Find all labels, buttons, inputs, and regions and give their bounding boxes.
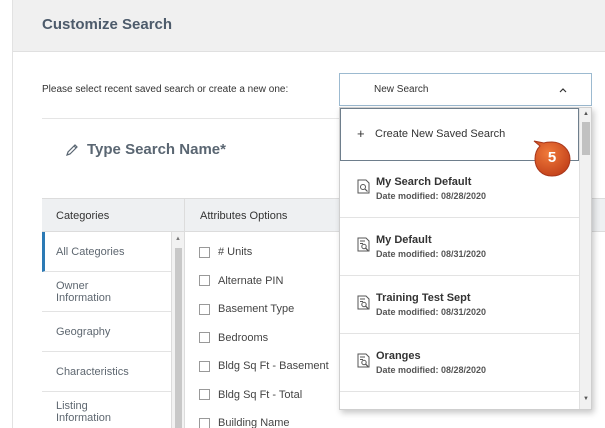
search-document-icon	[357, 237, 370, 252]
category-label: Listing Information	[56, 399, 112, 424]
checkbox[interactable]	[199, 360, 210, 372]
create-new-label: Create New Saved Search	[375, 128, 506, 140]
checkbox[interactable]	[199, 275, 210, 287]
dropdown-scrollbar[interactable]: ▲ ▼	[579, 108, 591, 409]
saved-search-date: Date modified: 08/28/2020	[376, 365, 487, 375]
checkbox[interactable]	[199, 389, 210, 401]
saved-search-date: Date modified: 08/31/2020	[376, 307, 487, 317]
column-divider	[184, 199, 185, 233]
search-document-icon	[357, 179, 370, 194]
attribute-label: Bedrooms	[218, 331, 269, 344]
saved-search-name: Training Test Sept	[376, 292, 471, 304]
attribute-option[interactable]: Basement Type	[199, 295, 359, 324]
saved-search-item[interactable]: Training Test Sept Date modified: 08/31/…	[340, 277, 579, 334]
attribute-option[interactable]: Bedrooms	[199, 324, 359, 353]
category-item-geography[interactable]: Geography	[42, 312, 171, 352]
attribute-option[interactable]: Bldg Sq Ft - Basement	[199, 352, 359, 381]
attribute-label: Building Name	[218, 417, 290, 428]
category-label: Geography	[56, 325, 111, 338]
attribute-option[interactable]: # Units	[199, 238, 359, 267]
search-document-icon	[357, 295, 370, 310]
saved-search-name: My Search Default	[376, 176, 472, 188]
category-item-owner[interactable]: Owner Information	[42, 272, 171, 312]
saved-search-name: Oranges	[376, 350, 421, 362]
scroll-up-icon[interactable]: ▲	[583, 111, 589, 117]
chevron-up-icon	[559, 88, 567, 93]
saved-search-prompt: Please select recent saved search or cre…	[42, 84, 289, 95]
category-item-characteristics[interactable]: Characteristics	[42, 352, 171, 392]
category-label: Characteristics	[56, 365, 129, 378]
categories-header: Categories	[56, 210, 110, 222]
attributes-list: # Units Alternate PIN Basement Type Bedr…	[199, 238, 359, 428]
category-label: All Categories	[56, 245, 125, 258]
category-item-listing[interactable]: Listing Information	[42, 392, 171, 428]
callout-number: 5	[547, 149, 557, 166]
panel-header: Customize Search	[13, 0, 605, 52]
scrollbar-thumb[interactable]	[582, 122, 590, 155]
checkbox[interactable]	[199, 332, 210, 344]
plus-icon: +	[357, 126, 365, 141]
saved-search-date: Date modified: 08/31/2020	[376, 249, 487, 259]
page-title: Customize Search	[42, 16, 173, 33]
saved-search-date: Date modified: 08/28/2020	[376, 191, 487, 201]
saved-search-select-value: New Search	[374, 84, 429, 95]
attribute-label: Basement Type	[218, 303, 295, 316]
scrollbar-thumb[interactable]	[175, 248, 182, 428]
attribute-option[interactable]: Building Name	[199, 409, 359, 428]
checkbox[interactable]	[199, 417, 210, 428]
checkbox[interactable]	[199, 246, 210, 258]
saved-search-item[interactable]: My Default Date modified: 08/31/2020	[340, 219, 579, 276]
attribute-label: Alternate PIN	[218, 274, 284, 287]
search-name-input[interactable]: Type Search Name*	[87, 141, 226, 158]
pencil-icon[interactable]	[65, 143, 79, 157]
attribute-option[interactable]: Bldg Sq Ft - Total	[199, 381, 359, 410]
saved-search-select[interactable]: New Search	[339, 73, 592, 106]
customize-search-panel: Customize Search Please select recent sa…	[12, 0, 605, 428]
scroll-down-icon[interactable]: ▼	[583, 396, 589, 402]
category-label: Owner Information	[56, 279, 112, 304]
categories-list: All Categories Owner Information Geograp…	[42, 232, 172, 428]
scroll-up-icon[interactable]: ▲	[175, 236, 181, 242]
category-item-all[interactable]: All Categories	[42, 232, 171, 272]
search-document-icon	[357, 353, 370, 368]
attribute-label: # Units	[218, 246, 253, 259]
categories-scrollbar[interactable]: ▲	[172, 232, 185, 428]
checkbox[interactable]	[199, 303, 210, 315]
attribute-label: Bldg Sq Ft - Basement	[218, 360, 329, 373]
saved-search-item[interactable]: Oranges Date modified: 08/28/2020	[340, 335, 579, 392]
saved-search-name: My Default	[376, 234, 432, 246]
attribute-label: Bldg Sq Ft - Total	[218, 388, 303, 401]
attribute-option[interactable]: Alternate PIN	[199, 267, 359, 296]
divider	[42, 118, 342, 119]
attributes-header: Attributes Options	[200, 210, 288, 222]
